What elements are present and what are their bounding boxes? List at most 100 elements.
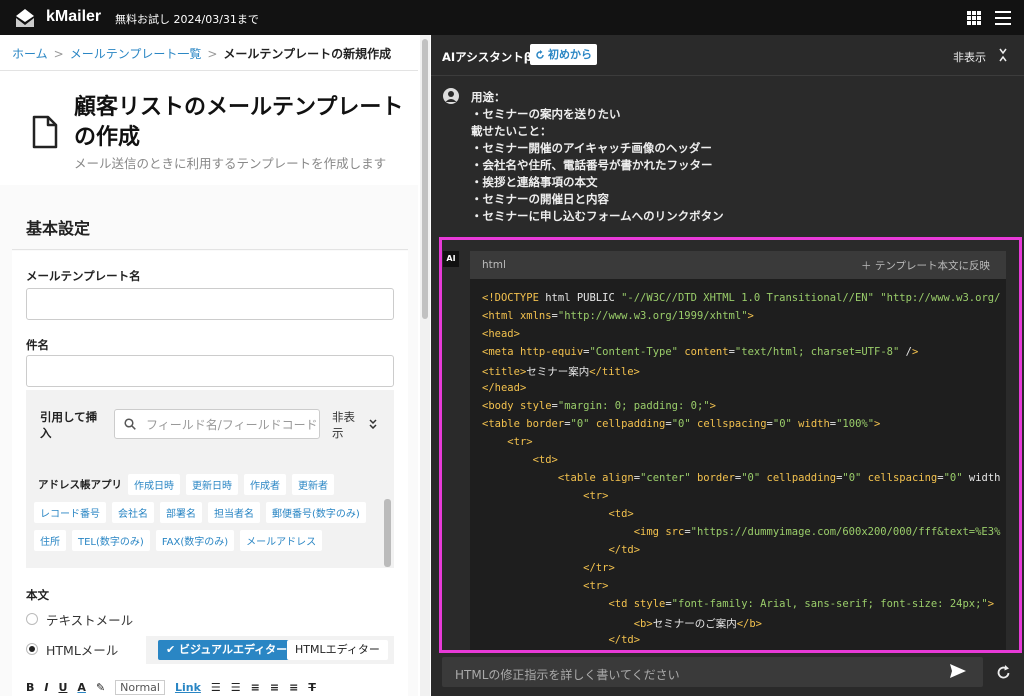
underline-button[interactable]: U <box>58 681 67 694</box>
tab-html-editor[interactable]: HTMLエディター <box>287 640 388 660</box>
field-tag[interactable]: FAX(数字のみ) <box>155 529 235 551</box>
code-line: <!DOCTYPE html PUBLIC "-//W3C//DTD XHTML… <box>482 292 1001 304</box>
highlight-icon[interactable]: ✎ <box>96 681 105 694</box>
brand-name[interactable]: kMailer <box>46 8 101 26</box>
bullet-list-icon[interactable]: ☰ <box>211 681 221 694</box>
hide-tags-button[interactable]: 非表示 <box>332 409 356 441</box>
hamburger-menu-icon[interactable] <box>995 11 1011 25</box>
template-form-panel: ホーム > メールテンプレート一覧 > メールテンプレートの新規作成 顧客リストのメール… <box>0 35 430 696</box>
subject-input[interactable] <box>26 355 394 387</box>
code-line: <td style="font-family: Arial, sans-seri… <box>608 598 995 610</box>
user-avatar-icon <box>443 88 459 104</box>
code-line: </tr> <box>583 562 615 574</box>
field-tag[interactable]: TEL(数字のみ) <box>72 529 150 551</box>
breadcrumb-template-list[interactable]: メールテンプレート一覧 <box>70 47 202 61</box>
user-message: 用途： ・セミナーの案内を送りたい 載せたいこと： ・セミナー開催のアイキャッチ… <box>471 90 724 223</box>
code-line: <tr> <box>583 580 609 592</box>
field-tag[interactable]: 更新日時 <box>186 473 238 495</box>
italic-button[interactable]: I <box>44 681 48 694</box>
radio-html-mail-label[interactable]: HTMLメール <box>46 640 118 659</box>
scrollbar-thumb[interactable] <box>422 39 428 319</box>
breadcrumb-separator: > <box>53 47 64 61</box>
field-tag[interactable]: レコード番号 <box>34 501 106 523</box>
text-color-button[interactable]: A <box>77 681 86 694</box>
format-select[interactable]: Normal <box>115 680 165 695</box>
code-line: <td> <box>608 508 634 520</box>
code-line: </td> <box>608 544 641 556</box>
restart-label: 初めから <box>548 48 592 61</box>
refresh-icon[interactable] <box>996 665 1011 680</box>
field-tag[interactable]: 部署名 <box>160 501 202 523</box>
section-title: 基本設定 <box>26 219 91 238</box>
align-left-icon[interactable]: ≡ <box>251 681 260 694</box>
ai-avatar-badge: AI <box>443 251 459 267</box>
body-label: 本文 <box>26 588 49 602</box>
divider <box>12 249 408 250</box>
field-tag[interactable]: 作成者 <box>244 473 286 495</box>
tab-visual-editor[interactable]: ✔ ビジュアルエディター <box>158 640 296 660</box>
radio-html-mail[interactable] <box>26 643 38 655</box>
code-line: <meta http-equiv="Content-Type" content=… <box>482 346 919 358</box>
page-title: 顧客リストのメールテンプレートの作成 <box>74 95 404 150</box>
code-line: <img src="https://dummyimage.com/600x200… <box>633 526 1001 538</box>
page-subtitle: メール送信のときに利用するテンプレートを作成します <box>74 156 387 171</box>
subject-label: 件名 <box>26 338 49 352</box>
field-tag[interactable]: 会社名 <box>112 501 154 523</box>
code-line: <html xmlns="http://www.w3.org/1999/xhtm… <box>482 310 754 322</box>
tag-row: レコード番号 会社名 部署名 担当者名 郵便番号(数字のみ) <box>34 501 380 523</box>
apply-to-template-button[interactable]: ＋ テンプレート本文に反映 <box>861 258 990 273</box>
quote-insert-label: 引用して挿入 <box>40 410 98 440</box>
send-icon[interactable] <box>949 663 967 679</box>
code-line: <td> <box>532 454 558 466</box>
trial-notice: 無料お試し 2024/03/31まで <box>115 13 259 26</box>
template-name-input[interactable] <box>26 288 394 320</box>
code-line: <b>セミナーのご案内</b> <box>633 618 762 630</box>
link-button[interactable]: Link <box>175 681 201 694</box>
clear-format-button[interactable]: T <box>308 681 316 694</box>
left-panel-scrollbar[interactable] <box>420 35 430 696</box>
restart-button[interactable]: 初めから <box>530 44 597 65</box>
code-line: <body style="margin: 0; padding: 0;"> <box>482 400 716 412</box>
radio-text-mail-label[interactable]: テキストメール <box>46 610 133 629</box>
breadcrumb-home[interactable]: ホーム <box>12 47 48 61</box>
tags-scrollbar[interactable] <box>384 499 391 567</box>
code-line: <title>セミナー案内</title> <box>482 366 640 378</box>
field-tag[interactable]: 更新者 <box>292 473 334 495</box>
code-block: <!DOCTYPE html PUBLIC "-//W3C//DTD XHTML… <box>470 279 1006 650</box>
restart-icon <box>536 49 544 59</box>
numbered-list-icon[interactable]: ☰ <box>231 681 241 694</box>
kmailer-logo-icon <box>16 9 34 27</box>
divider <box>0 70 418 71</box>
collapse-chevrons-icon[interactable] <box>998 47 1008 63</box>
hide-assistant-button[interactable]: 非表示 <box>953 49 986 65</box>
field-tag[interactable]: メールアドレス <box>240 529 323 551</box>
divider <box>431 75 1024 76</box>
breadcrumb: ホーム > メールテンプレート一覧 > メールテンプレートの新規作成 <box>12 45 391 62</box>
tag-row: アドレス帳アプリ 作成日時 更新日時 作成者 更新者 <box>34 473 380 495</box>
radio-text-mail[interactable] <box>26 613 38 625</box>
tab-visual-editor-label: ビジュアルエディター <box>179 643 288 656</box>
field-tag[interactable]: 郵便番号(数字のみ) <box>266 501 366 523</box>
template-name-label: メールテンプレート名 <box>26 269 141 283</box>
field-tag[interactable]: 作成日時 <box>128 473 180 495</box>
ai-assistant-panel: AIアシスタントβ 初めから 非表示 用途： ・セミナーの案内を送りたい 載せた… <box>431 35 1024 696</box>
field-tag[interactable]: 担当者名 <box>208 501 260 523</box>
collapse-icon[interactable] <box>368 419 378 429</box>
code-line: <tr> <box>507 436 533 448</box>
apps-grid-icon[interactable] <box>967 11 981 25</box>
align-right-icon[interactable]: ≡ <box>289 681 298 694</box>
code-language-label: html <box>482 259 506 271</box>
tag-row: 住所 TEL(数字のみ) FAX(数字のみ) メールアドレス <box>34 529 380 551</box>
align-center-icon[interactable]: ≡ <box>270 681 279 694</box>
breadcrumb-current: メールテンプレートの新規作成 <box>223 47 392 61</box>
code-line: <head> <box>482 328 520 340</box>
assistant-title: AIアシスタントβ <box>442 50 532 64</box>
search-placeholder: フィールド名/フィールドコード <box>146 418 316 432</box>
tag-group-title: アドレス帳アプリ <box>38 478 122 491</box>
document-icon <box>32 115 58 149</box>
code-line: </head> <box>482 382 527 394</box>
check-icon: ✔ <box>166 643 180 656</box>
instruction-placeholder: HTMLの修正指示を詳しく書いてください <box>455 668 680 682</box>
field-tag[interactable]: 住所 <box>34 529 66 551</box>
bold-button[interactable]: B <box>26 681 34 694</box>
